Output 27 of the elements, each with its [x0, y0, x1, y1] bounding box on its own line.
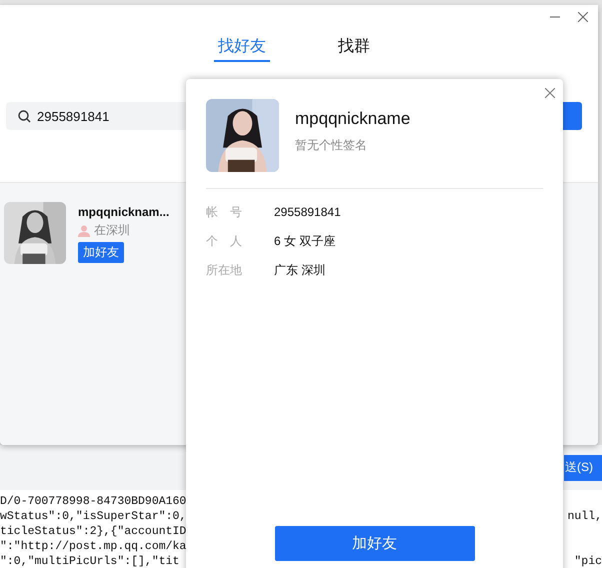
search-icon	[18, 110, 31, 122]
code-text: ":"http://post.mp.qq.com/ka	[0, 539, 186, 554]
result-name: mpqqnicknam...	[78, 205, 170, 219]
field-value: 6 女 双子座	[274, 233, 336, 250]
field-value: 广东 深圳	[274, 262, 326, 279]
code-text: ticleStatus":2},{"accountID	[0, 524, 186, 539]
field-label: 所在地	[206, 262, 243, 279]
tab[interactable]: 找群	[334, 36, 374, 62]
field-label: 个 人	[206, 233, 243, 250]
person-icon	[78, 224, 90, 236]
search-button[interactable]	[562, 102, 582, 130]
send-button[interactable]: 送(S)	[564, 454, 602, 480]
tab[interactable]: 找好友	[214, 36, 270, 62]
close-icon[interactable]	[545, 88, 555, 98]
location-text: 在深圳	[94, 222, 130, 239]
signature-text: 暂无个性签名	[295, 137, 368, 154]
close-icon[interactable]	[578, 12, 588, 22]
code-text: wStatus":0,"isSuperStar":0,	[0, 509, 186, 524]
code-text: "pic	[574, 554, 602, 568]
add-friend-button[interactable]: 加好友	[274, 526, 474, 561]
add-friend-button[interactable]: 加好友	[78, 242, 124, 263]
field-label: 帐 号	[206, 204, 243, 221]
field-value: 2955891841	[274, 204, 341, 221]
code-text: ":0,"multiPicUrls":[],"tit	[0, 554, 180, 568]
profile-name: mpqqnickname	[295, 109, 410, 129]
code-text: null,	[567, 509, 602, 524]
code-text: D/0-700778998-84730BD90A160	[0, 494, 186, 509]
